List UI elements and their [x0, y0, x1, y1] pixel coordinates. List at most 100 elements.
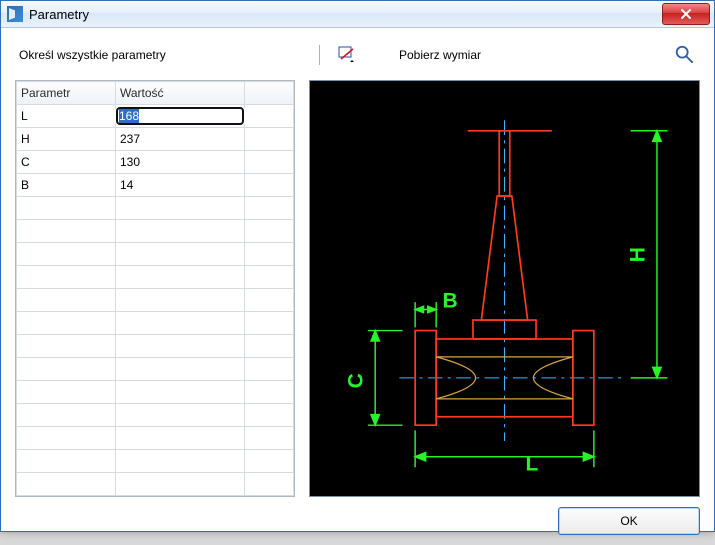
- table-row[interactable]: [17, 404, 294, 427]
- table-row[interactable]: [17, 312, 294, 335]
- empty-cell[interactable]: [245, 427, 294, 450]
- empty-cell[interactable]: [116, 312, 245, 335]
- valve-drawing: L H C B: [310, 81, 699, 496]
- empty-cell[interactable]: [116, 289, 245, 312]
- table-row[interactable]: L: [17, 105, 294, 128]
- dialog-window: Parametry Określ wszystkie parametry Pob…: [0, 0, 715, 532]
- ok-button[interactable]: OK: [558, 507, 700, 535]
- table-row[interactable]: H237: [17, 128, 294, 151]
- empty-cell[interactable]: [17, 358, 116, 381]
- empty-cell[interactable]: [17, 197, 116, 220]
- empty-cell[interactable]: [116, 427, 245, 450]
- table-row[interactable]: [17, 358, 294, 381]
- empty-cell[interactable]: [17, 381, 116, 404]
- dim-label-L: L: [526, 452, 539, 475]
- table-row[interactable]: [17, 266, 294, 289]
- empty-cell[interactable]: [17, 289, 116, 312]
- empty-cell[interactable]: [245, 381, 294, 404]
- param-name-cell[interactable]: H: [17, 128, 116, 151]
- dim-label-H: H: [626, 247, 649, 262]
- parameter-table: Parametr Wartość LH237C130B14: [16, 81, 294, 496]
- table-row[interactable]: [17, 381, 294, 404]
- main-row: Parametr Wartość LH237C130B14: [15, 80, 700, 497]
- pick-dimension-icon: [338, 46, 356, 64]
- parameter-table-pane: Parametr Wartość LH237C130B14: [15, 80, 295, 497]
- empty-cell[interactable]: [245, 358, 294, 381]
- empty-cell[interactable]: [116, 404, 245, 427]
- toolbar-separator: [319, 45, 323, 65]
- empty-cell[interactable]: [245, 197, 294, 220]
- table-row[interactable]: [17, 197, 294, 220]
- table-row[interactable]: C130: [17, 151, 294, 174]
- param-name-cell[interactable]: L: [17, 105, 116, 128]
- table-row[interactable]: [17, 427, 294, 450]
- empty-cell[interactable]: [116, 220, 245, 243]
- empty-cell[interactable]: [17, 404, 116, 427]
- empty-cell[interactable]: [245, 450, 294, 473]
- window-title: Parametry: [29, 7, 658, 22]
- empty-cell[interactable]: [245, 312, 294, 335]
- pick-dimension-button[interactable]: [335, 43, 359, 67]
- param-value-cell[interactable]: [116, 105, 245, 128]
- param-name-cell[interactable]: C: [17, 151, 116, 174]
- empty-cell[interactable]: [17, 335, 116, 358]
- empty-cell[interactable]: [245, 266, 294, 289]
- drawing-preview[interactable]: L H C B: [309, 80, 700, 497]
- param-value-cell[interactable]: 130: [116, 151, 245, 174]
- table-row[interactable]: [17, 473, 294, 496]
- empty-cell[interactable]: [116, 335, 245, 358]
- close-icon: [680, 8, 692, 20]
- empty-cell[interactable]: [116, 243, 245, 266]
- empty-cell[interactable]: [17, 312, 116, 335]
- param-value-cell[interactable]: 14: [116, 174, 245, 197]
- empty-cell[interactable]: [116, 381, 245, 404]
- empty-cell[interactable]: [17, 220, 116, 243]
- table-row[interactable]: [17, 289, 294, 312]
- toolbar: Pobierz wymiar: [319, 43, 481, 67]
- table-row[interactable]: [17, 450, 294, 473]
- table-row[interactable]: [17, 335, 294, 358]
- col-header-value[interactable]: Wartość: [116, 82, 245, 105]
- param-extra-cell[interactable]: [245, 151, 294, 174]
- empty-cell[interactable]: [245, 243, 294, 266]
- dim-label-B: B: [442, 289, 457, 312]
- close-button[interactable]: [662, 3, 710, 25]
- instruction-label: Określ wszystkie parametry: [15, 48, 319, 62]
- param-extra-cell[interactable]: [245, 128, 294, 151]
- empty-cell[interactable]: [17, 243, 116, 266]
- table-row[interactable]: [17, 243, 294, 266]
- empty-cell[interactable]: [17, 427, 116, 450]
- empty-cell[interactable]: [116, 358, 245, 381]
- table-row[interactable]: B14: [17, 174, 294, 197]
- param-value-input[interactable]: [116, 107, 244, 125]
- empty-cell[interactable]: [17, 266, 116, 289]
- pick-dimension-label: Pobierz wymiar: [399, 48, 481, 62]
- empty-cell[interactable]: [17, 450, 116, 473]
- empty-cell[interactable]: [245, 220, 294, 243]
- table-row[interactable]: [17, 220, 294, 243]
- ok-button-label: OK: [620, 514, 637, 528]
- empty-cell[interactable]: [116, 450, 245, 473]
- col-header-param[interactable]: Parametr: [17, 82, 116, 105]
- param-extra-cell[interactable]: [245, 174, 294, 197]
- empty-cell[interactable]: [245, 335, 294, 358]
- empty-cell[interactable]: [245, 404, 294, 427]
- empty-cell[interactable]: [245, 473, 294, 496]
- empty-cell[interactable]: [245, 289, 294, 312]
- empty-cell[interactable]: [116, 197, 245, 220]
- zoom-button[interactable]: [674, 44, 700, 67]
- param-value-cell[interactable]: 237: [116, 128, 245, 151]
- top-row: Określ wszystkie parametry Pobierz wymia…: [15, 42, 700, 68]
- button-bar: OK: [15, 497, 700, 535]
- empty-cell[interactable]: [116, 473, 245, 496]
- titlebar[interactable]: Parametry: [1, 1, 714, 28]
- magnifier-icon: [674, 44, 694, 64]
- param-extra-cell[interactable]: [245, 105, 294, 128]
- empty-cell[interactable]: [116, 266, 245, 289]
- empty-cell[interactable]: [17, 473, 116, 496]
- content-area: Określ wszystkie parametry Pobierz wymia…: [1, 28, 714, 545]
- app-icon: [7, 6, 23, 22]
- dim-label-C: C: [345, 373, 368, 388]
- col-header-extra[interactable]: [245, 82, 294, 105]
- param-name-cell[interactable]: B: [17, 174, 116, 197]
